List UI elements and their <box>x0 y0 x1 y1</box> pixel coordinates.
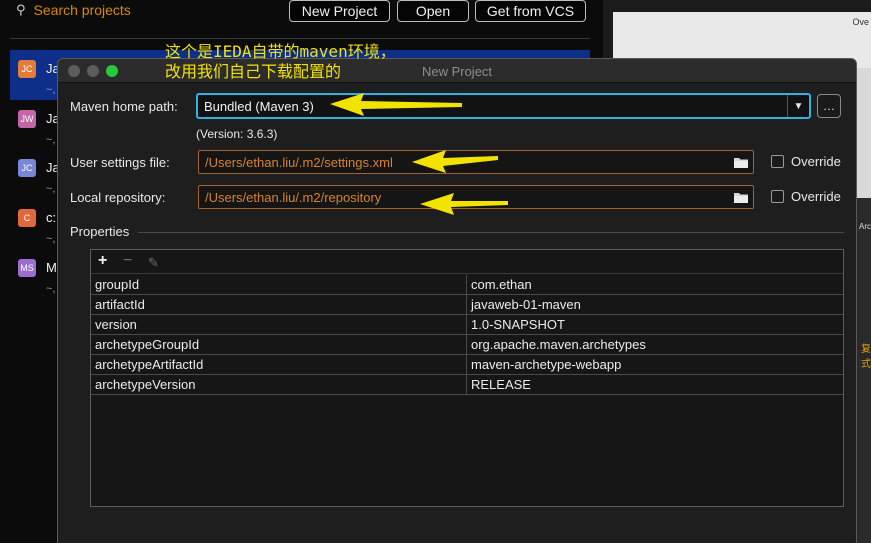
arrow-icon <box>420 193 508 215</box>
arrow-icon <box>330 93 462 116</box>
arrow-icon <box>412 150 498 173</box>
annotation-arrows <box>330 93 508 215</box>
